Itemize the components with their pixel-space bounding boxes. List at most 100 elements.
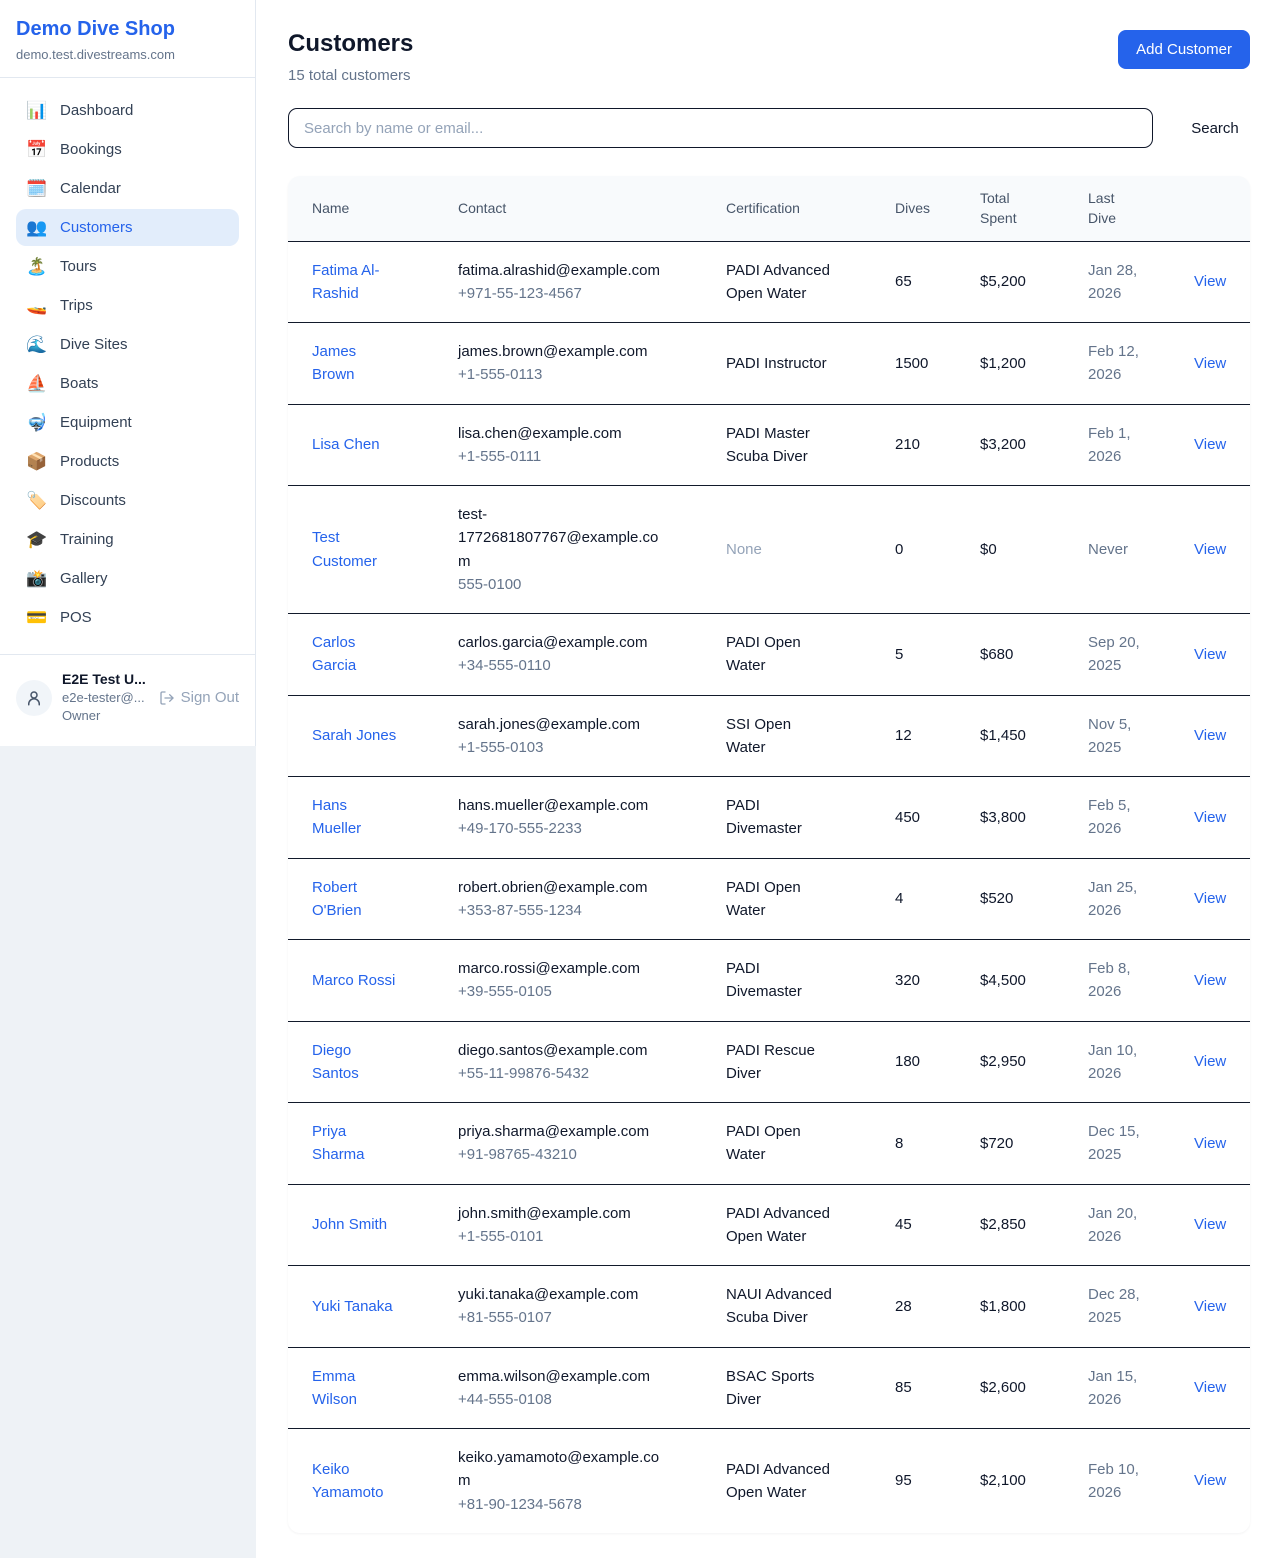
sidebar-item-pos[interactable]: 💳 POS — [16, 599, 239, 636]
sidebar-item-label: Discounts — [60, 492, 126, 509]
sidebar-item-label: Equipment — [60, 414, 132, 431]
table-row: Carlos Garcia carlos.garcia@example.com … — [288, 614, 1250, 696]
speedboat-icon: 🚤 — [26, 297, 48, 314]
sign-out-button[interactable]: Sign Out — [159, 689, 239, 706]
sidebar-item-label: Training — [60, 531, 114, 548]
customer-total-spent: $0 — [980, 486, 1088, 614]
user-info: E2E Test U... e2e-tester@... Owner — [62, 671, 149, 724]
view-link[interactable]: View — [1194, 273, 1226, 290]
customer-phone: +34-555-0110 — [458, 654, 710, 677]
customer-phone: +1-555-0103 — [458, 736, 710, 759]
customer-total-spent: $2,100 — [980, 1429, 1088, 1533]
customer-name-link[interactable]: Sarah Jones — [312, 724, 396, 747]
table-row: Robert O'Brien robert.obrien@example.com… — [288, 858, 1250, 940]
customer-name-link[interactable]: John Smith — [312, 1213, 387, 1236]
sidebar-item-calendar[interactable]: 🗓️ Calendar — [16, 170, 239, 207]
sidebar-item-label: Dashboard — [60, 102, 133, 119]
customer-phone: +971-55-123-4567 — [458, 282, 710, 305]
view-link[interactable]: View — [1194, 355, 1226, 372]
customer-name-link[interactable]: Lisa Chen — [312, 433, 380, 456]
customer-name-link[interactable]: Priya Sharma — [312, 1120, 398, 1167]
table-header-row: Name Contact Certification Dives Total S… — [288, 176, 1250, 241]
sidebar-item-label: Tours — [60, 258, 97, 275]
sidebar-item-gallery[interactable]: 📸 Gallery — [16, 560, 239, 597]
customer-name-link[interactable]: Emma Wilson — [312, 1365, 398, 1412]
view-link[interactable]: View — [1194, 436, 1226, 453]
table-row: John Smith john.smith@example.com +1-555… — [288, 1184, 1250, 1266]
sidebar-item-label: Bookings — [60, 141, 122, 158]
page-header-text: Customers 15 total customers — [288, 30, 413, 84]
sidebar-item-customers[interactable]: 👥 Customers — [16, 209, 239, 246]
customer-total-spent: $720 — [980, 1103, 1088, 1185]
sidebar-item-training[interactable]: 🎓 Training — [16, 521, 239, 558]
search-button[interactable]: Search — [1180, 112, 1250, 145]
customer-certification: PADI Advanced Open Water — [726, 259, 832, 306]
view-link[interactable]: View — [1194, 1216, 1226, 1233]
view-link[interactable]: View — [1194, 1472, 1226, 1489]
sidebar-item-label: Dive Sites — [60, 336, 128, 353]
view-link[interactable]: View — [1194, 809, 1226, 826]
customer-email: marco.rossi@example.com — [458, 957, 666, 980]
sidebar-item-trips[interactable]: 🚤 Trips — [16, 287, 239, 324]
customer-phone: +39-555-0105 — [458, 980, 710, 1003]
user-email: e2e-tester@... — [62, 689, 149, 707]
customer-name-link[interactable]: Carlos Garcia — [312, 631, 398, 678]
customer-total-spent: $1,800 — [980, 1266, 1088, 1348]
view-link[interactable]: View — [1194, 541, 1226, 558]
customer-name-link[interactable]: Keiko Yamamoto — [312, 1458, 398, 1505]
customer-name-link[interactable]: James Brown — [312, 340, 398, 387]
table-row: Sarah Jones sarah.jones@example.com +1-5… — [288, 695, 1250, 777]
sign-out-label: Sign Out — [181, 689, 239, 706]
customer-dives: 95 — [895, 1429, 980, 1533]
customer-last-dive: Jan 20, 2026 — [1088, 1202, 1148, 1249]
sidebar-item-bookings[interactable]: 📅 Bookings — [16, 131, 239, 168]
customer-phone: +353-87-555-1234 — [458, 899, 710, 922]
customer-name-link[interactable]: Hans Mueller — [312, 794, 398, 841]
sidebar-item-discounts[interactable]: 🏷️ Discounts — [16, 482, 239, 519]
view-link[interactable]: View — [1194, 1053, 1226, 1070]
sidebar-item-dive-sites[interactable]: 🌊 Dive Sites — [16, 326, 239, 363]
search-input[interactable] — [288, 108, 1153, 148]
view-link[interactable]: View — [1194, 727, 1226, 744]
column-header-dives: Dives — [895, 176, 980, 241]
customer-name-link[interactable]: Yuki Tanaka — [312, 1295, 393, 1318]
customer-name-link[interactable]: Test Customer — [312, 526, 398, 573]
sidebar-item-equipment[interactable]: 🤿 Equipment — [16, 404, 239, 441]
customer-total-spent: $2,600 — [980, 1347, 1088, 1429]
customer-phone: +44-555-0108 — [458, 1388, 710, 1411]
view-link[interactable]: View — [1194, 890, 1226, 907]
customer-name-link[interactable]: Robert O'Brien — [312, 876, 398, 923]
customer-last-dive: Dec 28, 2025 — [1088, 1283, 1148, 1330]
view-link[interactable]: View — [1194, 1135, 1226, 1152]
view-link[interactable]: View — [1194, 646, 1226, 663]
customer-phone: +55-11-99876-5432 — [458, 1062, 710, 1085]
sidebar-item-tours[interactable]: 🏝️ Tours — [16, 248, 239, 285]
customer-dives: 12 — [895, 695, 980, 777]
sidebar-item-dashboard[interactable]: 📊 Dashboard — [16, 92, 239, 129]
view-link[interactable]: View — [1194, 972, 1226, 989]
table-row: Diego Santos diego.santos@example.com +5… — [288, 1021, 1250, 1103]
customer-phone: +91-98765-43210 — [458, 1143, 710, 1166]
sidebar-item-boats[interactable]: ⛵ Boats — [16, 365, 239, 402]
customer-email: keiko.yamamoto@example.com — [458, 1446, 666, 1493]
sidebar-item-products[interactable]: 📦 Products — [16, 443, 239, 480]
customer-name-link[interactable]: Marco Rossi — [312, 969, 395, 992]
customer-phone: +49-170-555-2233 — [458, 817, 710, 840]
avatar — [16, 680, 52, 716]
customer-last-dive: Never — [1088, 538, 1148, 561]
customer-last-dive: Feb 5, 2026 — [1088, 794, 1148, 841]
add-customer-button[interactable]: Add Customer — [1118, 30, 1250, 69]
customer-last-dive: Jan 28, 2026 — [1088, 259, 1148, 306]
island-icon: 🏝️ — [26, 258, 48, 275]
sidebar-item-label: POS — [60, 609, 92, 626]
customer-phone: +1-555-0111 — [458, 445, 710, 468]
customer-last-dive: Jan 15, 2026 — [1088, 1365, 1148, 1412]
customer-name-link[interactable]: Fatima Al-Rashid — [312, 259, 398, 306]
sidebar-item-label: Trips — [60, 297, 93, 314]
customer-email: carlos.garcia@example.com — [458, 631, 666, 654]
view-link[interactable]: View — [1194, 1298, 1226, 1315]
view-link[interactable]: View — [1194, 1379, 1226, 1396]
customer-last-dive: Feb 1, 2026 — [1088, 422, 1148, 469]
customer-name-link[interactable]: Diego Santos — [312, 1039, 398, 1086]
customer-dives: 65 — [895, 241, 980, 323]
